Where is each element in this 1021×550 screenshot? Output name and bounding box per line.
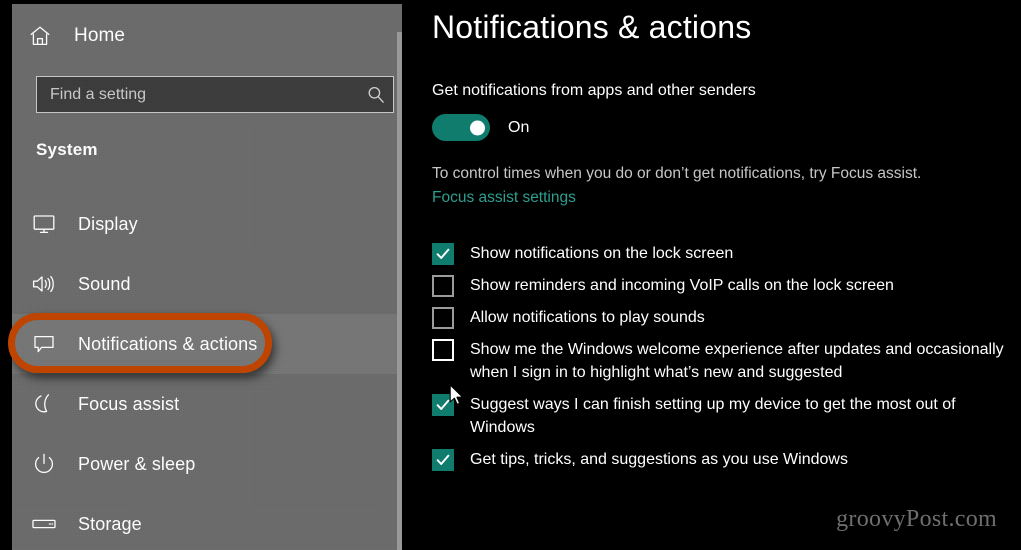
sidebar-item-label: Sound — [78, 273, 131, 294]
notifications-toggle-row: On — [432, 114, 529, 141]
checkbox-allow-notification-sounds[interactable] — [432, 307, 454, 329]
sidebar-item-storage[interactable]: Storage — [12, 494, 402, 550]
checkbox-row[interactable]: Get tips, tricks, and suggestions as you… — [432, 448, 1017, 471]
checkbox-label: Show reminders and incoming VoIP calls o… — [470, 277, 894, 294]
checkbox-label: Show me the Windows welcome experience a… — [470, 341, 1004, 381]
checkbox-row[interactable]: Allow notifications to play sounds — [432, 306, 1017, 329]
checkbox-label: Allow notifications to play sounds — [470, 309, 705, 326]
drive-icon — [28, 509, 60, 539]
sidebar-nav: Display Sound Notifications & actions Fo… — [12, 194, 402, 550]
sidebar-item-label: Power & sleep — [78, 453, 196, 474]
checkbox-row[interactable]: Suggest ways I can finish setting up my … — [432, 393, 1017, 439]
main-content: Notifications & actions Get notification… — [402, 0, 1021, 550]
toggle-knob — [470, 120, 485, 135]
search-input[interactable] — [37, 85, 359, 104]
search-box[interactable] — [36, 76, 394, 113]
sidebar-item-focus-assist[interactable]: Focus assist — [12, 374, 402, 434]
checkbox-label: Show notifications on the lock screen — [470, 245, 734, 262]
checkbox-row[interactable]: Show me the Windows welcome experience a… — [432, 338, 1017, 384]
speech-bubble-icon — [28, 329, 60, 359]
notification-options-list: Show notifications on the lock screen Sh… — [432, 242, 1017, 480]
notifications-toggle-state: On — [508, 118, 530, 136]
notifications-toggle-caption: Get notifications from apps and other se… — [432, 82, 756, 99]
checkbox-lock-screen-notifications[interactable] — [432, 243, 454, 265]
focus-assist-description: To control times when you do or don’t ge… — [432, 165, 922, 182]
checkbox-windows-welcome-experience[interactable] — [432, 339, 454, 361]
settings-window: Home System Displ — [0, 0, 1021, 550]
sidebar-item-sound[interactable]: Sound — [12, 254, 402, 314]
watermark: groovyPost.com — [836, 506, 997, 532]
sidebar: Home System Displ — [12, 4, 402, 550]
sidebar-item-label: Focus assist — [78, 393, 180, 414]
page-title: Notifications & actions — [432, 9, 752, 45]
monitor-icon — [28, 209, 60, 239]
checkbox-reminders-voip-calls[interactable] — [432, 275, 454, 297]
search-icon[interactable] — [359, 77, 393, 112]
checkbox-label: Suggest ways I can finish setting up my … — [470, 396, 956, 436]
sidebar-home[interactable]: Home — [12, 16, 125, 56]
checkbox-row[interactable]: Show reminders and incoming VoIP calls o… — [432, 274, 1017, 297]
checkbox-suggest-finish-setup[interactable] — [432, 394, 454, 416]
sidebar-item-label: Notifications & actions — [78, 333, 258, 354]
checkbox-get-tips-tricks[interactable] — [432, 449, 454, 471]
sidebar-home-label: Home — [74, 25, 126, 46]
focus-assist-settings-link[interactable]: Focus assist settings — [432, 189, 576, 207]
moon-icon — [28, 389, 60, 419]
speaker-icon — [28, 269, 60, 299]
sidebar-section-title: System — [36, 140, 98, 159]
notifications-toggle[interactable] — [432, 114, 490, 141]
sidebar-item-power-and-sleep[interactable]: Power & sleep — [12, 434, 402, 494]
sidebar-item-label: Display — [78, 213, 138, 234]
home-icon — [26, 22, 54, 50]
sidebar-item-display[interactable]: Display — [12, 194, 402, 254]
checkbox-row[interactable]: Show notifications on the lock screen — [432, 242, 1017, 265]
checkbox-label: Get tips, tricks, and suggestions as you… — [470, 451, 848, 468]
power-icon — [28, 449, 60, 479]
sidebar-item-notifications-and-actions[interactable]: Notifications & actions — [12, 314, 402, 374]
sidebar-item-label: Storage — [78, 513, 142, 534]
